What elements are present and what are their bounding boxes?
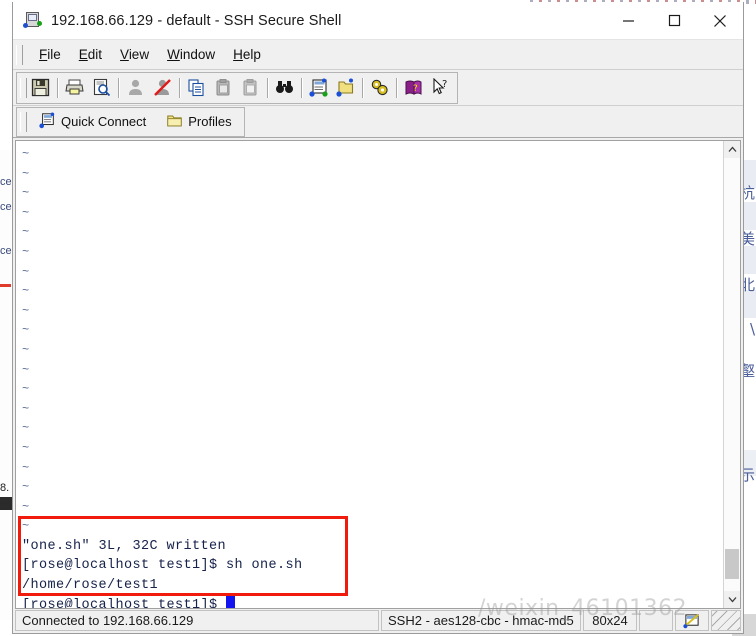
resize-grip[interactable] [711, 610, 741, 631]
terminal-empty-line-marker: ~ [22, 382, 30, 397]
quick-connect-button[interactable]: Quick Connect [33, 110, 152, 134]
terminal-empty-line-marker: ~ [22, 499, 30, 514]
terminal-empty-line-markers: ~ ~ ~ ~ ~ ~ ~ ~ ~ ~ ~ ~ ~ ~ ~ ~ ~ ~ ~ ~ [22, 145, 723, 537]
background-text-fragment: 8. [0, 482, 10, 494]
terminal-empty-line-marker: ~ [22, 205, 30, 220]
terminal-prompt: [rose@localhost test1]$ [22, 597, 227, 608]
print-icon[interactable] [61, 74, 88, 102]
background-text-fragment: ce [0, 245, 12, 257]
menu-drag-handle[interactable] [16, 44, 23, 65]
terminal-empty-line-marker: ~ [22, 225, 30, 240]
encryption-icon [683, 613, 701, 629]
profiles-button[interactable]: Profiles [160, 110, 237, 134]
quick-connect-bar: Quick Connect Profiles [13, 106, 743, 138]
background-text-fragment: ce [0, 176, 12, 188]
help-book-icon[interactable]: ? [400, 74, 427, 102]
terminal-prompt-line: [rose@localhost test1]$ [22, 595, 723, 608]
ssh-terminal-icon [23, 11, 43, 31]
scrollbar-thumb[interactable] [725, 549, 739, 579]
terminal-empty-line-marker: ~ [22, 519, 30, 534]
maximize-button[interactable] [651, 2, 697, 40]
window-title: 192.168.66.129 - default - SSH Secure Sh… [51, 12, 342, 29]
find-icon[interactable] [271, 74, 298, 102]
menu-item-edit[interactable]: Edit [70, 44, 111, 65]
terminal-empty-line-marker: ~ [22, 147, 30, 161]
new-file-transfer-icon[interactable] [332, 74, 359, 102]
terminal-empty-line-marker: ~ [22, 421, 30, 436]
background-left-column [0, 150, 12, 620]
background-cjk-glyph: \ [749, 320, 755, 338]
terminal-empty-line-marker: ~ [22, 480, 30, 495]
disconnect-icon[interactable] [149, 74, 176, 102]
terminal-empty-line-marker: ~ [22, 303, 30, 318]
quick-connect-label: Quick Connect [61, 114, 147, 129]
terminal-line: [rose@localhost test1]$ sh one.sh [22, 558, 303, 574]
profiles-label: Profiles [188, 114, 232, 129]
terminal-cursor [226, 595, 236, 608]
settings-icon[interactable] [366, 74, 393, 102]
menu-item-view[interactable]: View [111, 44, 158, 65]
terminal-empty-line-marker: ~ [22, 284, 30, 299]
scrollbar-track[interactable] [724, 158, 740, 591]
terminal-empty-line-marker: ~ [22, 166, 30, 181]
quick-connect-icon [39, 111, 56, 132]
background-text-fragment: ce [0, 201, 12, 213]
quickbar-drag-handle[interactable] [20, 111, 27, 132]
terminal-empty-line-marker: ~ [22, 362, 30, 377]
menu-item-help[interactable]: Help [224, 44, 270, 65]
connect-icon[interactable] [122, 74, 149, 102]
menu-bar: File Edit View Window Help [13, 40, 743, 70]
terminal-scrollbar[interactable] [723, 141, 740, 608]
status-terminal-size: 80x24 [583, 610, 637, 631]
terminal-line: "one.sh" 3L, 32C written [22, 538, 227, 554]
title-bar[interactable]: 192.168.66.129 - default - SSH Secure Sh… [13, 2, 743, 40]
terminal-empty-line-marker: ~ [22, 244, 30, 259]
svg-text:?: ? [442, 79, 447, 90]
status-connection: Connected to 192.168.66.129 [15, 610, 379, 631]
scroll-up-icon[interactable] [724, 141, 740, 158]
profiles-folder-icon [166, 112, 183, 132]
toolbar-drag-handle[interactable] [20, 77, 27, 98]
terminal-empty-line-marker: ~ [22, 323, 30, 338]
new-terminal-icon[interactable] [305, 74, 332, 102]
svg-text:?: ? [413, 84, 418, 94]
terminal-empty-line-marker: ~ [22, 264, 30, 279]
status-cipher: SSH2 - aes128-cbc - hmac-md5 [381, 610, 581, 631]
terminal-line: /home/rose/test1 [22, 578, 159, 594]
print-preview-icon[interactable] [88, 74, 115, 102]
terminal-empty-line-marker: ~ [22, 342, 30, 357]
close-button[interactable] [697, 2, 743, 40]
terminal-empty-line-marker: ~ [22, 440, 30, 455]
toolbar: ? ? [13, 70, 743, 106]
ssh-secure-shell-window: 192.168.66.129 - default - SSH Secure Sh… [12, 2, 744, 634]
minimize-button[interactable] [605, 2, 651, 40]
menu-item-file[interactable]: File [30, 44, 70, 65]
terminal-empty-line-marker: ~ [22, 460, 30, 475]
background-red-rule [0, 284, 11, 287]
terminal-empty-line-marker: ~ [22, 186, 30, 201]
menu-item-window[interactable]: Window [158, 44, 224, 65]
copy-icon[interactable] [183, 74, 210, 102]
status-encryption-indicator [675, 610, 709, 631]
background-dark-band [0, 497, 12, 510]
status-spacer [639, 610, 673, 631]
terminal-empty-line-marker: ~ [22, 401, 30, 416]
scroll-down-icon[interactable] [724, 591, 740, 608]
paste-icon[interactable] [210, 74, 237, 102]
save-icon[interactable] [27, 74, 54, 102]
terminal-area: ~ ~ ~ ~ ~ ~ ~ ~ ~ ~ ~ ~ ~ ~ ~ ~ ~ ~ ~ ~ "one.sh" 3L, 32C wr… [13, 138, 743, 609]
status-bar: Connected to 192.168.66.129 SSH2 - aes12… [13, 609, 743, 633]
context-help-icon[interactable]: ? [427, 74, 454, 102]
paste-alt-icon[interactable] [237, 74, 264, 102]
terminal-output[interactable]: ~ ~ ~ ~ ~ ~ ~ ~ ~ ~ ~ ~ ~ ~ ~ ~ ~ ~ ~ ~ "one.sh" 3L, 32C wr… [16, 141, 723, 608]
